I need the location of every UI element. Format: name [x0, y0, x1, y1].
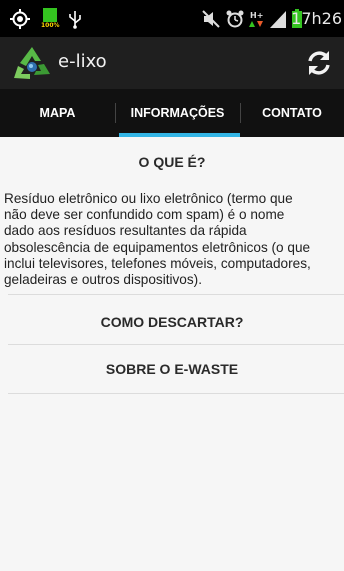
tab-informacoes[interactable]: INFORMAÇÕES	[115, 89, 240, 137]
divider	[8, 344, 344, 345]
divider	[8, 393, 344, 394]
how-to-discard-header[interactable]: COMO DESCARTAR?	[0, 314, 344, 330]
app-title: e-lixo	[58, 51, 107, 72]
status-bar: 100% H+ 17h26	[0, 0, 344, 37]
signal-icon	[270, 11, 286, 28]
tab-divider	[115, 103, 116, 123]
about-ewaste-header[interactable]: SOBRE O E-WASTE	[0, 361, 344, 377]
tab-contato[interactable]: CONTATO	[240, 89, 344, 137]
text-line: não deve ser confundido com spam) é o no…	[4, 207, 285, 223]
usb-icon	[69, 11, 81, 29]
tab-mapa[interactable]: MAPA	[0, 89, 115, 137]
battery-saver-icon: 100%	[41, 8, 60, 29]
alarm-icon	[226, 10, 244, 28]
data-hplus-icon: H+	[249, 11, 263, 27]
tab-divider	[240, 103, 241, 123]
divider	[8, 294, 344, 295]
text-line: inclui televisores, telefones móveis, co…	[4, 255, 311, 271]
refresh-icon	[308, 51, 330, 75]
gps-icon	[10, 9, 30, 29]
status-time: 17h26	[291, 9, 342, 28]
action-bar: e-lixo	[0, 37, 344, 89]
recycle-icon	[14, 47, 50, 79]
what-is-text: Resíduo eletrônico ou lixo eletrônico (t…	[4, 191, 344, 288]
tab-contato-label: CONTATO	[262, 106, 322, 120]
how-to-discard-title: COMO DESCARTAR?	[100, 314, 244, 330]
text-line: dado aos resíduos resultantes da rápida	[4, 223, 247, 239]
text-line: Resíduo eletrônico ou lixo eletrônico (t…	[4, 191, 293, 206]
svg-text:H+: H+	[250, 11, 263, 20]
text-line: geladeiras e outros dispositivos).	[4, 272, 202, 288]
text-line: obsolescência de equipamentos eletrônico…	[4, 239, 311, 255]
tab-bar: MAPA INFORMAÇÕES CONTATO	[0, 89, 344, 137]
refresh-button[interactable]	[302, 46, 336, 80]
mute-icon	[202, 10, 220, 28]
what-is-title: O QUE É?	[138, 154, 206, 170]
tab-mapa-label: MAPA	[39, 106, 76, 120]
battery-saver-badge: 100%	[41, 22, 60, 29]
about-ewaste-title: SOBRE O E-WASTE	[105, 361, 239, 377]
what-is-header[interactable]: O QUE É?	[0, 154, 344, 170]
tab-informacoes-label: INFORMAÇÕES	[130, 106, 225, 120]
